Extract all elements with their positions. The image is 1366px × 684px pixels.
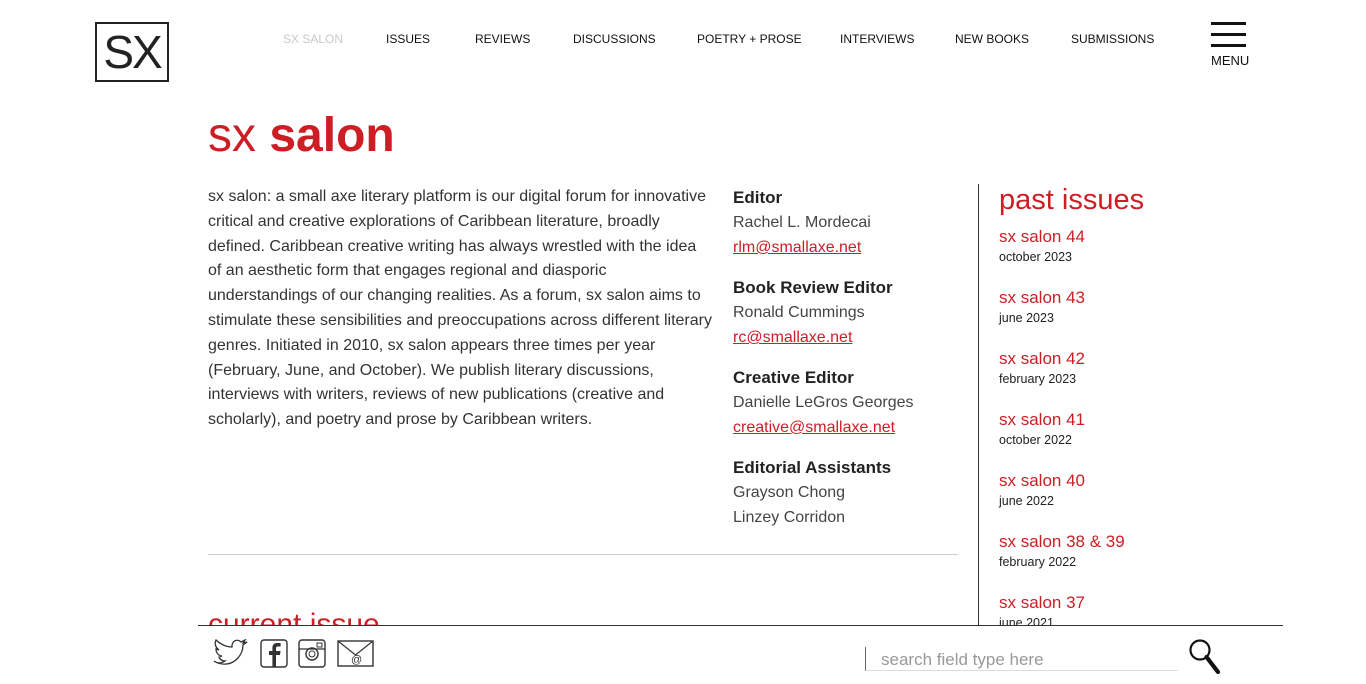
staff-group: Creative Editor Danielle LeGros Georges …	[733, 365, 963, 440]
footer-bar: @	[198, 625, 1283, 684]
staff-name: Ronald Cummings	[733, 304, 865, 321]
intro-text: sx salon: a small axe literary platform …	[208, 188, 712, 429]
svg-text:@: @	[351, 654, 362, 666]
past-issue-date: february 2022	[999, 555, 1077, 569]
staff-email-link[interactable]: rlm@smallaxe.net	[733, 239, 861, 256]
list-item: sx salon 41 october 2022	[999, 409, 1239, 470]
staff-group: Editorial Assistants Grayson Chong Linze…	[733, 455, 963, 530]
nav-new-books[interactable]: NEW BOOKS	[955, 32, 1029, 46]
nav-reviews[interactable]: REVIEWS	[475, 32, 530, 46]
staff-role: Editorial Assistants	[733, 458, 892, 477]
menu-button[interactable]: MENU	[1211, 22, 1250, 68]
menu-label: MENU	[1211, 53, 1250, 68]
email-icon[interactable]: @	[337, 639, 375, 669]
past-issue-link[interactable]: sx salon 42	[999, 349, 1085, 368]
nav-submissions[interactable]: SUBMISSIONS	[1071, 32, 1154, 46]
facebook-icon[interactable]	[260, 639, 289, 669]
staff-role: Creative Editor	[733, 368, 854, 387]
masthead: Editor Rachel L. Mordecai rlm@smallaxe.n…	[733, 185, 963, 545]
instagram-icon[interactable]	[298, 639, 327, 669]
hamburger-icon	[1211, 22, 1247, 47]
staff-email-link[interactable]: creative@smallaxe.net	[733, 419, 895, 436]
nav-poetry-prose[interactable]: POETRY + PROSE	[697, 32, 802, 46]
nav-discussions[interactable]: DISCUSSIONS	[573, 32, 656, 46]
past-issue-date: june 2022	[999, 494, 1054, 508]
site-logo[interactable]: SX	[95, 22, 169, 82]
staff-email-link[interactable]: rc@smallaxe.net	[733, 329, 852, 346]
page-title-light: sx	[208, 109, 270, 162]
sidebar-divider	[978, 184, 979, 625]
past-issue-date: june 2023	[999, 311, 1054, 325]
page-title-bold: salon	[269, 109, 395, 162]
staff-name: Rachel L. Mordecai	[733, 214, 871, 231]
list-item: sx salon 40 june 2022	[999, 470, 1239, 531]
past-issue-date: october 2022	[999, 433, 1072, 447]
past-issue-link[interactable]: sx salon 40	[999, 471, 1085, 490]
staff-name: Linzey Corridon	[733, 509, 846, 526]
past-issue-link[interactable]: sx salon 43	[999, 288, 1085, 307]
search-input[interactable]	[865, 647, 1178, 671]
nav-interviews[interactable]: INTERVIEWS	[840, 32, 914, 46]
staff-name: Danielle LeGros Georges	[733, 394, 914, 411]
staff-role: Book Review Editor	[733, 278, 893, 297]
nav-issues[interactable]: ISSUES	[386, 32, 430, 46]
staff-role: Editor	[733, 188, 783, 207]
past-issue-link[interactable]: sx salon 44	[999, 227, 1085, 246]
list-item: sx salon 38 & 39 february 2022	[999, 531, 1239, 592]
past-issue-link[interactable]: sx salon 37	[999, 593, 1085, 612]
section-divider	[208, 554, 958, 555]
list-item: sx salon 43 june 2023	[999, 287, 1239, 348]
list-item: sx salon 42 february 2023	[999, 348, 1239, 409]
list-item: sx salon 44 october 2023	[999, 226, 1239, 287]
past-issues-list: sx salon 44 october 2023 sx salon 43 june …	[999, 226, 1239, 653]
search-icon[interactable]	[1188, 638, 1222, 676]
past-issue-date: october 2023	[999, 250, 1072, 264]
past-issues-sidebar: past issues sx salon 44 october 2023 sx s…	[999, 182, 1239, 653]
past-issues-heading: past issues	[999, 184, 1145, 216]
past-issue-link[interactable]: sx salon 38 & 39	[999, 532, 1125, 551]
past-issue-link[interactable]: sx salon 41	[999, 410, 1085, 429]
staff-name: Grayson Chong	[733, 484, 846, 501]
staff-group: Editor Rachel L. Mordecai rlm@smallaxe.n…	[733, 185, 963, 260]
past-issue-date: february 2023	[999, 372, 1077, 386]
nav-sx-salon[interactable]: SX SALON	[283, 32, 343, 46]
twitter-icon[interactable]	[212, 639, 250, 669]
page-title: sx salon	[208, 108, 395, 163]
staff-group: Book Review Editor Ronald Cummings rc@sm…	[733, 275, 963, 350]
